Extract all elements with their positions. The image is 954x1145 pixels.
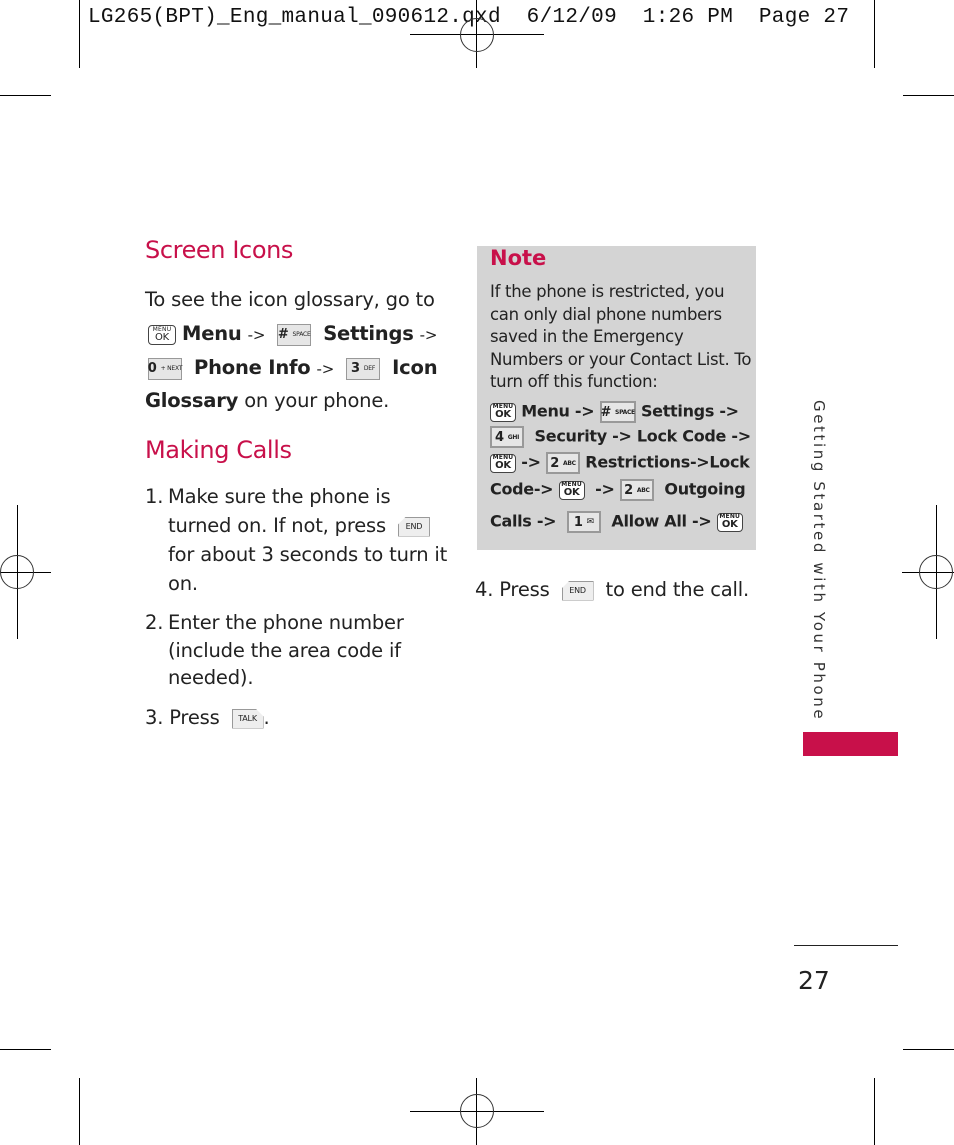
step-number: 1.	[145, 485, 164, 508]
screen-icons-path-line2: 0 + NEXT Phone Info -> 3 DEF Icon	[148, 351, 438, 386]
end-key-icon: END	[397, 516, 430, 537]
three-def-key-icon: 3 DEF	[346, 357, 381, 380]
one-voicemail-key-icon: 1 ✉	[566, 511, 601, 533]
trim-mark-tr-v	[874, 0, 875, 68]
trim-mark-br-v	[874, 1078, 875, 1145]
page-number-rule	[794, 945, 898, 946]
phone-info-label: Phone Info	[194, 356, 311, 379]
arrow: ->	[419, 326, 438, 344]
step-text: Press	[169, 706, 220, 729]
step-text: to end the call.	[605, 578, 750, 601]
trim-mark-tr-h	[903, 95, 954, 96]
glossary-label: Glossary	[145, 389, 239, 412]
path-suffix: on your phone.	[244, 389, 390, 412]
note-box: Note If the phone is restricted, you can…	[477, 246, 756, 550]
note-path-line4: Code-> MENU OK -> 2 ABC Outgoing	[490, 479, 746, 501]
two-abc-key-icon: 2 ABC	[546, 452, 581, 474]
icon-label: Icon	[392, 356, 438, 379]
trim-mark-bl-v	[79, 1078, 80, 1145]
step-number: 4.	[475, 578, 494, 601]
zero-next-key-icon: 0 + NEXT	[148, 357, 182, 380]
note-text: If the phone is restricted, you can only…	[490, 282, 752, 392]
screen-icons-intro: To see the icon glossary, go to	[145, 288, 435, 311]
two-abc-key-icon: 2 ABC	[619, 479, 654, 501]
menu-ok-key-icon: MENU OK	[716, 512, 743, 532]
note-path-line3: MENU OK -> 2 ABC Restrictions->Lock	[490, 452, 750, 474]
step-number: 2.	[145, 611, 164, 634]
step-3: 3. Press TALK.	[145, 706, 270, 729]
step-text: needed).	[168, 666, 254, 689]
trim-mark-tl-v	[79, 0, 80, 68]
step-text: Press	[499, 578, 550, 601]
note-title: Note	[490, 246, 547, 270]
step-text: for about 3 seconds to turn it	[168, 543, 448, 566]
registration-right-circle	[919, 555, 953, 589]
registration-bottom-circle	[460, 1094, 494, 1128]
end-key-icon: END	[561, 580, 594, 601]
menu-ok-key-icon: MENU OK	[148, 324, 176, 345]
step-text: on.	[168, 572, 198, 595]
section-side-label: Getting Started with Your Phone	[810, 400, 828, 722]
step-4: 4. Press END to end the call.	[475, 573, 749, 607]
section-tab-marker	[803, 732, 898, 756]
note-path-line1: MENU OK Menu -> # SPACE Settings ->	[490, 401, 739, 423]
registration-left-circle	[0, 555, 34, 589]
page-number: 27	[798, 966, 830, 995]
hash-space-key-icon: # SPACE	[277, 323, 312, 346]
note-path-line5: Calls -> 1 ✉ Allow All -> MENU OK	[490, 511, 743, 533]
trim-mark-tl-h	[0, 95, 51, 96]
screen-icons-path-line3: Glossary on your phone.	[145, 384, 389, 418]
trim-mark-br-h	[903, 1049, 954, 1050]
registration-top-circle	[460, 18, 494, 52]
settings-label: Settings	[323, 322, 414, 345]
hash-space-key-icon: # SPACE	[599, 401, 636, 423]
note-path-line2: 4 GHI Security -> Lock Code ->	[490, 426, 751, 448]
talk-key-icon: TALK	[232, 709, 264, 729]
arrow: ->	[316, 360, 335, 378]
menu-label: Menu	[182, 322, 242, 345]
making-calls-heading: Making Calls	[145, 436, 292, 464]
screen-icons-path-line1: MENU OK Menu -> # SPACE Settings ->	[148, 317, 437, 352]
arrow: ->	[247, 326, 266, 344]
trim-mark-bl-h	[0, 1049, 51, 1050]
menu-ok-key-icon: MENU OK	[558, 480, 585, 500]
step-number: 3.	[145, 706, 164, 729]
menu-ok-key-icon: MENU OK	[490, 453, 516, 473]
screen-icons-heading: Screen Icons	[145, 236, 294, 264]
four-ghi-key-icon: 4 GHI	[490, 426, 524, 448]
menu-ok-key-icon: MENU OK	[490, 402, 516, 422]
